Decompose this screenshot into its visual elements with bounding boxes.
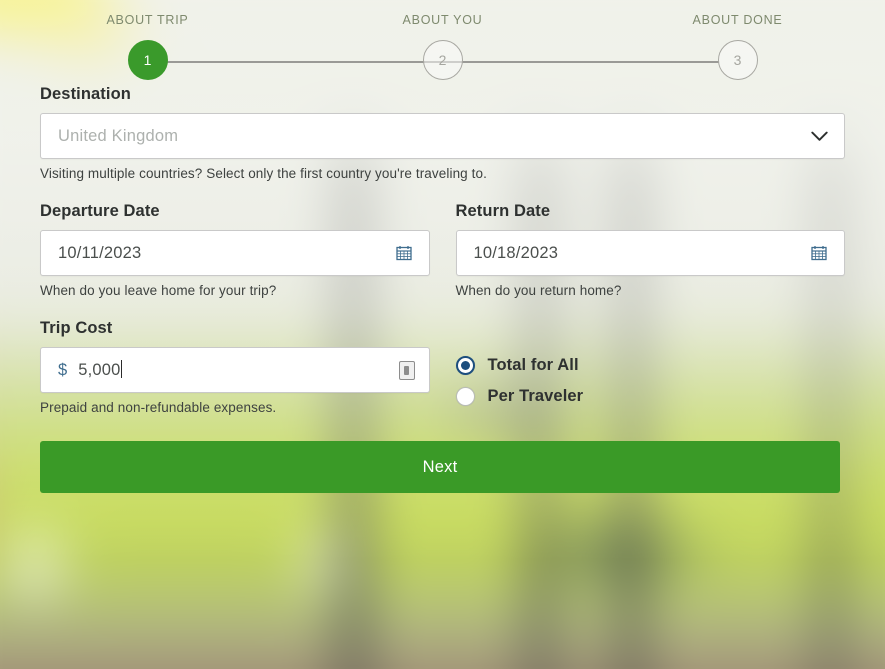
radio-option-total-for-all[interactable]: Total for All (456, 351, 846, 379)
calendar-icon[interactable] (393, 242, 415, 264)
trip-cost-radio-group: Total for All Per Traveler (456, 347, 846, 413)
trip-cost-input[interactable]: $ 5,000 (40, 347, 430, 393)
destination-value: United Kingdom (58, 127, 808, 146)
destination-select[interactable]: United Kingdom (40, 113, 845, 159)
radio-total-for-all[interactable] (456, 356, 475, 375)
step-label-1: ABOUT TRIP (0, 13, 295, 27)
text-cursor (121, 360, 122, 378)
stepper-circles: 1 2 3 (0, 40, 885, 80)
return-date-help-text: When do you return home? (456, 283, 846, 298)
radio-label-total-for-all: Total for All (488, 356, 579, 375)
progress-stepper: ABOUT TRIP ABOUT YOU ABOUT DONE 1 2 3 (0, 0, 885, 85)
step-circle-2[interactable]: 2 (423, 40, 463, 80)
radio-option-per-traveler[interactable]: Per Traveler (456, 382, 846, 410)
step-2[interactable]: 2 (295, 40, 590, 80)
return-date-input[interactable]: 10/18/2023 (456, 230, 846, 276)
destination-help-text: Visiting multiple countries? Select only… (40, 166, 845, 181)
radio-per-traveler[interactable] (456, 387, 475, 406)
next-button[interactable]: Next (40, 441, 840, 493)
step-1[interactable]: 1 (0, 40, 295, 80)
radio-label-per-traveler: Per Traveler (488, 387, 584, 406)
departure-date-input[interactable]: 10/11/2023 (40, 230, 430, 276)
step-label-2: ABOUT YOU (295, 13, 590, 27)
step-circle-3[interactable]: 3 (718, 40, 758, 80)
trip-cost-value-wrap: 5,000 (78, 360, 398, 380)
trip-cost-label: Trip Cost (40, 319, 845, 338)
step-3[interactable]: 3 (590, 40, 885, 80)
currency-symbol: $ (58, 361, 67, 380)
return-date-label: Return Date (456, 202, 846, 221)
return-date-field-group: Return Date 10/18/2023 (456, 202, 846, 298)
chevron-down-icon[interactable] (808, 125, 830, 147)
trip-cost-field-group: $ 5,000 Prepaid and non-refundable expen… (40, 347, 430, 415)
return-date-value: 10/18/2023 (474, 244, 809, 263)
destination-field-group: Destination United Kingdom Visiting mult… (40, 85, 845, 181)
departure-date-label: Departure Date (40, 202, 430, 221)
departure-date-help-text: When do you leave home for your trip? (40, 283, 430, 298)
trip-cost-section: Trip Cost $ 5,000 Prepaid and non-refund… (40, 319, 845, 415)
step-label-3: ABOUT DONE (590, 13, 885, 27)
trip-cost-value: 5,000 (78, 361, 120, 379)
departure-date-value: 10/11/2023 (58, 244, 393, 263)
calendar-icon[interactable] (808, 242, 830, 264)
dates-row: Departure Date 10/11/2023 (40, 202, 845, 298)
trip-cost-row: $ 5,000 Prepaid and non-refundable expen… (40, 347, 845, 415)
destination-label: Destination (40, 85, 845, 104)
stepper-track: 1 2 3 (0, 40, 885, 82)
signup-page: ABOUT TRIP ABOUT YOU ABOUT DONE 1 2 3 (0, 0, 885, 669)
autofill-icon[interactable] (399, 361, 415, 380)
page-content: ABOUT TRIP ABOUT YOU ABOUT DONE 1 2 3 (0, 0, 885, 669)
trip-form: Destination United Kingdom Visiting mult… (0, 85, 885, 415)
trip-cost-help-text: Prepaid and non-refundable expenses. (40, 400, 430, 415)
departure-date-field-group: Departure Date 10/11/2023 (40, 202, 430, 298)
autofill-icon-glyph (404, 366, 409, 375)
stepper-labels: ABOUT TRIP ABOUT YOU ABOUT DONE (0, 13, 885, 27)
step-circle-1[interactable]: 1 (128, 40, 168, 80)
